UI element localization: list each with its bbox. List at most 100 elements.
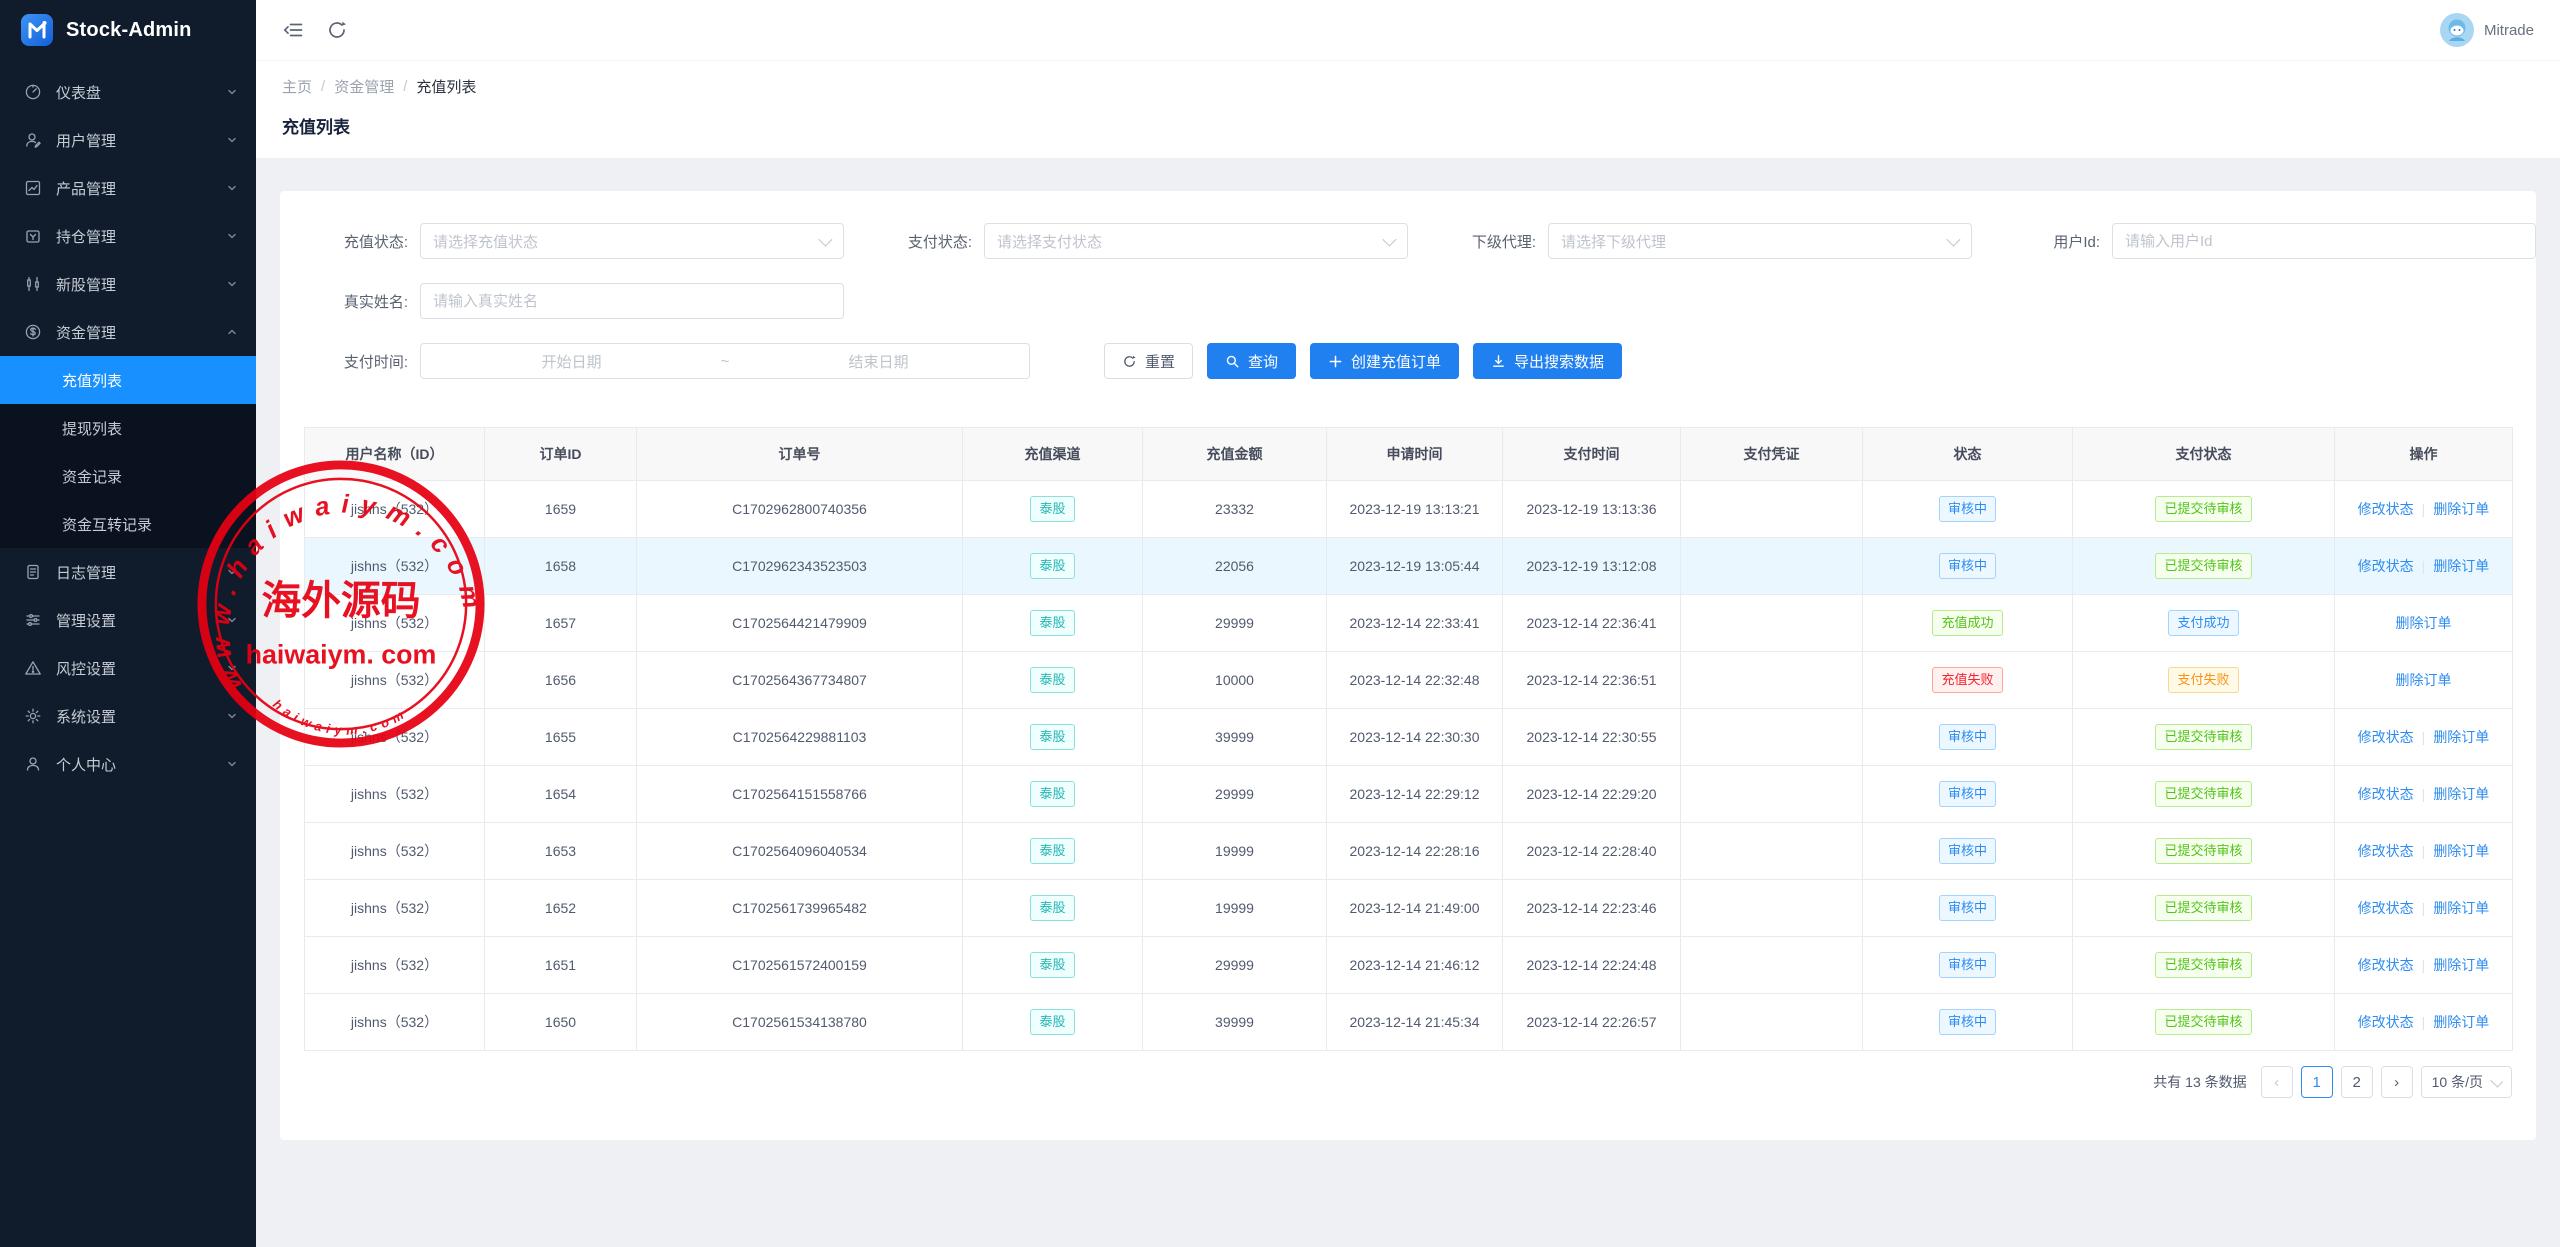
cell-apply-time: 2023-12-14 22:28:16: [1327, 823, 1503, 880]
cell-user: jishns（532）: [305, 652, 485, 709]
cell-order-id: 1655: [485, 709, 637, 766]
sidebar-item-profile[interactable]: 个人中心: [0, 740, 256, 788]
sidebar-item-users[interactable]: 用户管理: [0, 116, 256, 164]
cell-actions: 修改状态 | 删除订单: [2335, 937, 2513, 994]
pagination-prev-button[interactable]: ‹: [2261, 1066, 2293, 1098]
delete-order-link[interactable]: 删除订单: [2396, 615, 2452, 631]
pagination-page-button[interactable]: 1: [2301, 1066, 2333, 1098]
sidebar-item-system-settings[interactable]: 系统设置: [0, 692, 256, 740]
delete-order-link[interactable]: 删除订单: [2433, 729, 2489, 745]
start-date-placeholder: 开始日期: [433, 351, 710, 372]
sidebar-subitem[interactable]: 充值列表: [0, 356, 256, 404]
profile-icon: [24, 755, 42, 773]
delete-order-link[interactable]: 删除订单: [2433, 786, 2489, 802]
cell-order-id: 1656: [485, 652, 637, 709]
search-button[interactable]: 查询: [1207, 343, 1296, 379]
refresh-icon[interactable]: [326, 19, 348, 41]
page-header: 主页/资金管理/充值列表 充值列表: [256, 61, 2560, 158]
cell-status: 审核中: [1863, 481, 2073, 538]
cell-order-id: 1651: [485, 937, 637, 994]
cell-status: 审核中: [1863, 937, 2073, 994]
pay-status-tag: 已提交待审核: [2155, 838, 2251, 864]
modify-status-link[interactable]: 修改状态: [2358, 558, 2414, 574]
cell-actions: 修改状态 | 删除订单: [2335, 481, 2513, 538]
pagination-pages: 12: [2301, 1066, 2373, 1098]
plus-icon: [1328, 354, 1343, 369]
delete-order-link[interactable]: 删除订单: [2433, 900, 2489, 916]
modify-status-link[interactable]: 修改状态: [2358, 1014, 2414, 1030]
chevron-down-icon: [226, 614, 238, 626]
pay-status-select[interactable]: 请选择支付状态: [984, 223, 1408, 259]
modify-status-link[interactable]: 修改状态: [2358, 957, 2414, 973]
column-header: 支付凭证: [1681, 428, 1863, 481]
modify-status-link[interactable]: 修改状态: [2358, 786, 2414, 802]
user-id-input[interactable]: [2112, 223, 2536, 259]
pay-time-range-input[interactable]: 开始日期 ~ 结束日期: [420, 343, 1030, 379]
column-header: 支付状态: [2073, 428, 2335, 481]
status-tag: 审核中: [1939, 724, 1996, 750]
sidebar-item-logs[interactable]: 日志管理: [0, 548, 256, 596]
modify-status-link[interactable]: 修改状态: [2358, 843, 2414, 859]
action-separator: |: [2422, 501, 2426, 517]
pay-status-tag: 已提交待审核: [2155, 1009, 2251, 1035]
sidebar: Stock-Admin 仪表盘用户管理产品管理持仓管理新股管理资金管理充值列表提…: [0, 0, 256, 1247]
cell-channel: 泰股: [963, 937, 1143, 994]
page-size-select[interactable]: 10 条/页: [2421, 1066, 2512, 1098]
cell-user: jishns（532）: [305, 595, 485, 652]
reset-button[interactable]: 重置: [1104, 343, 1193, 379]
action-separator: |: [2422, 957, 2426, 973]
delete-order-link[interactable]: 删除订单: [2433, 843, 2489, 859]
cell-order-id: 1650: [485, 994, 637, 1051]
create-recharge-order-button[interactable]: 创建充值订单: [1310, 343, 1459, 379]
cell-pay-status: 已提交待审核: [2073, 481, 2335, 538]
modify-status-link[interactable]: 修改状态: [2358, 729, 2414, 745]
sidebar-item-funds[interactable]: 资金管理: [0, 308, 256, 356]
sidebar-item-positions[interactable]: 持仓管理: [0, 212, 256, 260]
export-search-data-button[interactable]: 导出搜索数据: [1473, 343, 1622, 379]
cell-pay-status: 已提交待审核: [2073, 994, 2335, 1051]
filter-pay-status: 支付状态: 请选择支付状态: [868, 223, 1408, 259]
sidebar-item-risk-settings[interactable]: 风控设置: [0, 644, 256, 692]
sidebar-subitem[interactable]: 资金互转记录: [0, 500, 256, 548]
admin-settings-icon: [24, 611, 42, 629]
topbar-user[interactable]: Mitrade: [2440, 13, 2534, 47]
sidebar-subitem[interactable]: 资金记录: [0, 452, 256, 500]
sidebar-item-label: 持仓管理: [56, 226, 226, 247]
delete-order-link[interactable]: 删除订单: [2433, 1014, 2489, 1030]
pagination-next-button[interactable]: ›: [2381, 1066, 2413, 1098]
ipo-manage-icon: [24, 275, 42, 293]
cell-channel: 泰股: [963, 481, 1143, 538]
breadcrumb-item[interactable]: 资金管理: [334, 76, 394, 97]
cell-voucher: [1681, 880, 1863, 937]
cell-pay-time: 2023-12-19 13:13:36: [1503, 481, 1681, 538]
channel-tag: 泰股: [1030, 724, 1074, 750]
sidebar-subitem[interactable]: 提现列表: [0, 404, 256, 452]
agent-select[interactable]: 请选择下级代理: [1548, 223, 1972, 259]
cell-order-id: 1658: [485, 538, 637, 595]
real-name-input[interactable]: [420, 283, 844, 319]
sidebar-item-admin-settings[interactable]: 管理设置: [0, 596, 256, 644]
sidebar-item-ipo[interactable]: 新股管理: [0, 260, 256, 308]
chevron-down-icon: [818, 233, 832, 247]
delete-order-link[interactable]: 删除订单: [2433, 957, 2489, 973]
sidebar-item-products[interactable]: 产品管理: [0, 164, 256, 212]
cell-order-no: C1702561534138780: [637, 994, 963, 1051]
select-placeholder: 请选择充值状态: [433, 231, 538, 252]
delete-order-link[interactable]: 删除订单: [2433, 558, 2489, 574]
sidebar-item-dashboard[interactable]: 仪表盘: [0, 68, 256, 116]
cell-amount: 29999: [1143, 766, 1327, 823]
delete-order-link[interactable]: 删除订单: [2396, 672, 2452, 688]
cell-voucher: [1681, 652, 1863, 709]
modify-status-link[interactable]: 修改状态: [2358, 900, 2414, 916]
cell-voucher: [1681, 481, 1863, 538]
channel-tag: 泰股: [1030, 895, 1074, 921]
status-tag: 审核中: [1939, 838, 1996, 864]
menu-fold-icon[interactable]: [282, 19, 304, 41]
cell-order-id: 1657: [485, 595, 637, 652]
modify-status-link[interactable]: 修改状态: [2358, 501, 2414, 517]
breadcrumb-item[interactable]: 主页: [282, 76, 312, 97]
pagination-page-button[interactable]: 2: [2341, 1066, 2373, 1098]
delete-order-link[interactable]: 删除订单: [2433, 501, 2489, 517]
recharge-status-select[interactable]: 请选择充值状态: [420, 223, 844, 259]
cell-pay-time: 2023-12-14 22:36:41: [1503, 595, 1681, 652]
